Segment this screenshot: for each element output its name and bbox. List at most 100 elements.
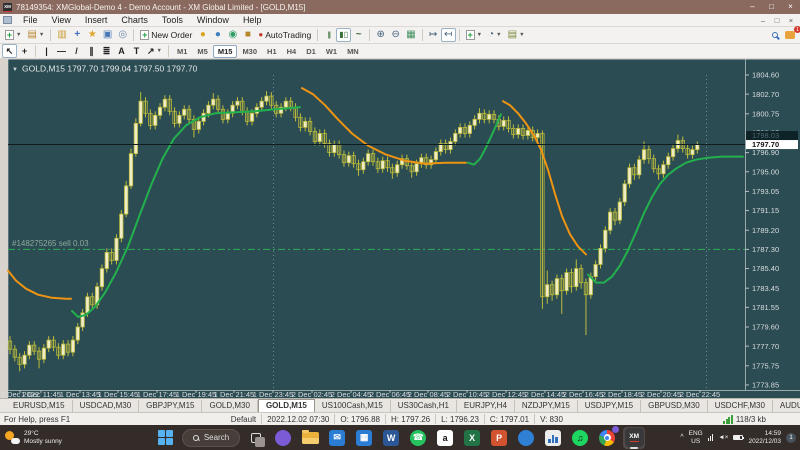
market-icon[interactable]: ■ — [240, 28, 255, 42]
deposit-icon[interactable]: ● — [195, 28, 210, 42]
timeframe-h1-button[interactable]: H1 — [262, 45, 282, 58]
timeframe-m15-button[interactable]: M15 — [212, 44, 238, 58]
menu-view[interactable]: View — [45, 15, 78, 25]
timeframe-m5-button[interactable]: M5 — [192, 45, 212, 58]
chart-tab-audusd-m30[interactable]: AUDUSD,M30 — [773, 400, 800, 412]
chart-tab-gbpusd-m30[interactable]: GBPUSD,M30 — [641, 400, 708, 412]
whatsapp-icon[interactable]: ☎ — [407, 427, 429, 449]
network-icon[interactable] — [707, 434, 714, 441]
horizontal-line-button[interactable]: — — [54, 44, 69, 58]
maximize-button[interactable]: □ — [762, 0, 781, 14]
menu-file[interactable]: File — [16, 15, 45, 25]
blue-app-icon[interactable] — [515, 427, 537, 449]
data-window-button[interactable]: + — [70, 28, 85, 42]
menu-charts[interactable]: Charts — [114, 15, 155, 25]
tray-overflow-chevron[interactable]: ^ — [680, 434, 683, 441]
metatrader-xm-icon[interactable]: XM — [623, 426, 646, 449]
channel-button[interactable]: ∥ — [84, 44, 99, 58]
zoom-in-button[interactable]: ⊕ — [373, 28, 388, 42]
chart-tab-nzdjpy-m15[interactable]: NZDJPY,M15 — [515, 400, 578, 412]
search-input[interactable]: Search — [181, 427, 241, 449]
arrows-button[interactable]: ↗ ▼ — [144, 44, 165, 58]
task-manager-app-icon[interactable] — [542, 427, 564, 449]
auto-scroll-button[interactable]: ↦ — [426, 28, 441, 42]
timeframe-w1-button[interactable]: W1 — [321, 45, 342, 58]
task-view-button[interactable] — [245, 427, 267, 449]
tile-windows-button[interactable]: ▦ — [403, 28, 418, 42]
new-chart-button[interactable]: + ▼ — [2, 28, 24, 42]
text-label-button[interactable]: T — [129, 44, 144, 58]
loop-app-icon[interactable] — [272, 427, 294, 449]
timeframe-mn-button[interactable]: MN — [342, 45, 364, 58]
notifications-icon[interactable]: 1 — [782, 26, 800, 42]
child-minimize-button[interactable]: – — [756, 16, 770, 25]
powerpoint-app-icon[interactable]: P — [488, 427, 510, 449]
crosshair-button[interactable]: + — [17, 44, 32, 58]
new-order-button[interactable]: + New Order — [137, 28, 195, 42]
spotify-icon[interactable]: ♫ — [569, 427, 591, 449]
cursor-button[interactable]: ↖ — [2, 44, 17, 58]
child-close-button[interactable]: × — [784, 16, 798, 25]
timeframe-m30-button[interactable]: M30 — [237, 45, 262, 58]
menu-window[interactable]: Window — [190, 15, 236, 25]
close-button[interactable]: × — [781, 0, 800, 14]
profiles-button[interactable]: ▤ ▼ — [24, 28, 47, 42]
chart-tab-usdcad-m30[interactable]: USDCAD,M30 — [73, 400, 140, 412]
timeframe-h4-button[interactable]: H4 — [282, 45, 302, 58]
chart-tab-us100cash-m15[interactable]: US100Cash,M15 — [315, 400, 391, 412]
chart-tab-eurjpy-h4[interactable]: EURJPY,H4 — [457, 400, 515, 412]
battery-icon[interactable] — [733, 435, 745, 440]
navigator-button[interactable]: ★ — [85, 28, 100, 42]
chart-bars-button[interactable]: ||| — [321, 28, 336, 42]
autotrading-button[interactable]: ● AutoTrading — [255, 28, 314, 42]
vertical-line-button[interactable]: | — [39, 44, 54, 58]
strategy-tester-button[interactable]: ◎ — [115, 28, 130, 42]
mail-app-icon[interactable]: ✉ — [326, 427, 348, 449]
clock[interactable]: 14:59 2022/12/03 — [748, 430, 781, 446]
chart-window-icon[interactable] — [3, 16, 12, 24]
volume-muted-icon[interactable]: ◄× — [718, 434, 728, 441]
chart-tab-gbpjpy-m15[interactable]: GBPJPY,M15 — [139, 400, 203, 412]
menu-bar: File View Insert Charts Tools Window Hel… — [0, 14, 800, 27]
language-indicator[interactable]: ENG US — [689, 430, 703, 446]
indicators-button[interactable]: + ▼ — [463, 28, 485, 42]
timeframe-m1-button[interactable]: M1 — [172, 45, 192, 58]
text-button[interactable]: A — [114, 44, 129, 58]
notification-badge[interactable]: 1 — [786, 432, 796, 443]
menu-help[interactable]: Help — [236, 15, 269, 25]
periods-button[interactable]: ◔ ▼ — [485, 28, 505, 42]
market-watch-button[interactable]: ▥ — [54, 28, 69, 42]
chart-line-button[interactable]: ~ — [351, 28, 366, 42]
start-button[interactable] — [155, 427, 177, 449]
search-icon[interactable] — [767, 28, 782, 42]
menu-tools[interactable]: Tools — [155, 15, 190, 25]
child-restore-button[interactable]: □ — [770, 16, 784, 25]
terminal-button[interactable]: ▣ — [100, 28, 115, 42]
zoom-out-button[interactable]: ⊖ — [388, 28, 403, 42]
chart-shift-button[interactable]: ↤ — [440, 28, 456, 42]
amazon-app-icon[interactable]: a — [434, 427, 456, 449]
file-explorer-icon[interactable] — [299, 427, 321, 449]
weather-widget[interactable]: 29°C Mostly sunny — [5, 430, 62, 446]
fibonacci-button[interactable]: ≣ — [99, 44, 114, 58]
chart-tab-gold-m30[interactable]: GOLD,M30 — [202, 400, 258, 412]
trendline-button[interactable]: / — [69, 44, 84, 58]
store-app-icon[interactable]: ▦ — [353, 427, 375, 449]
chart-candles-button[interactable]: ▮▯ — [336, 28, 352, 42]
minimize-button[interactable]: – — [743, 0, 762, 14]
chart-tab-usdchf-m30[interactable]: USDCHF,M30 — [708, 400, 773, 412]
timeframe-d1-button[interactable]: D1 — [301, 45, 321, 58]
word-app-icon[interactable]: W — [380, 427, 402, 449]
chrome-icon[interactable] — [596, 425, 620, 449]
profile-name[interactable]: Default — [231, 415, 256, 424]
chart-tab-eurusd-m15[interactable]: EURUSD,M15 — [6, 400, 73, 412]
web-icon[interactable]: ◉ — [225, 28, 240, 42]
chart-tab-us30cash-h1[interactable]: US30Cash,H1 — [391, 400, 457, 412]
chart-tab-usdjpy-m15[interactable]: USDJPY,M15 — [578, 400, 642, 412]
price-chart[interactable]: #148275265 sell 0.03 ▼ GOLD,M15 1797.70 17… — [0, 59, 800, 398]
community-icon[interactable]: ● — [210, 28, 225, 42]
chart-tab-gold-m15[interactable]: GOLD,M15 — [257, 399, 315, 412]
templates-button[interactable]: ▤ ▼ — [505, 28, 528, 42]
menu-insert[interactable]: Insert — [78, 15, 115, 25]
excel-app-icon[interactable]: X — [461, 427, 483, 449]
